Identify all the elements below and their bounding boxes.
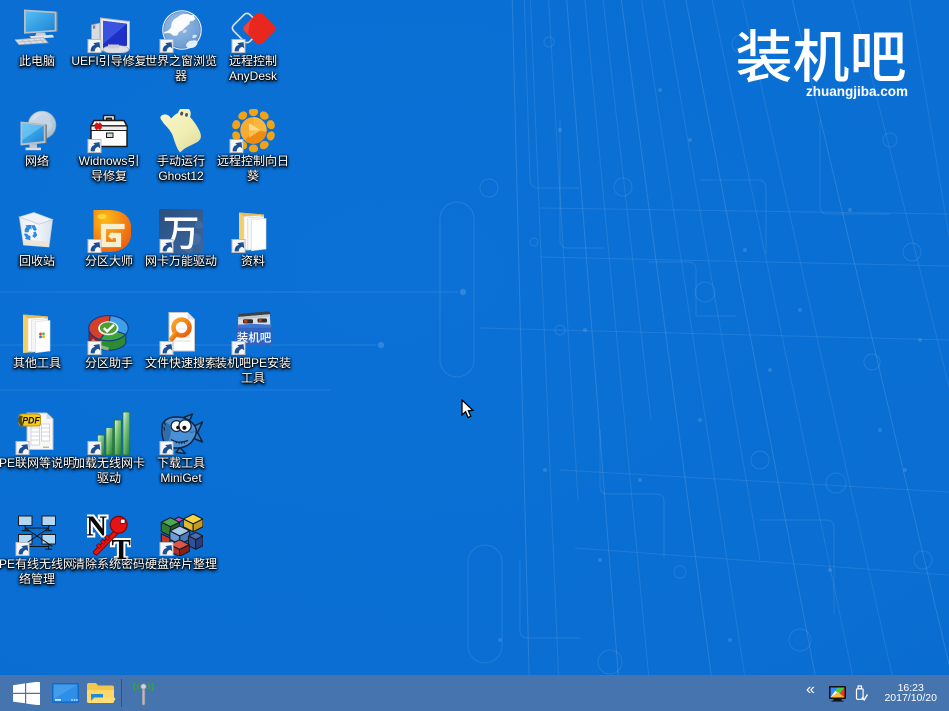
- svg-text:PDF: PDF: [22, 416, 40, 426]
- svg-text:N: N: [87, 512, 107, 543]
